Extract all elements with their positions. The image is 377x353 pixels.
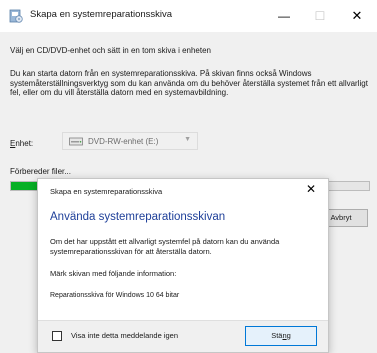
close-button-text-post: g: [286, 331, 291, 340]
dialog-mark-instruction: Märk skivan med följande information:: [50, 269, 177, 278]
drive-label: Enhet:: [10, 139, 33, 148]
status-text: Förbereder filer...: [10, 167, 71, 176]
drive-select-value: DVD-RW-enhet (E:): [88, 137, 159, 146]
title-bar: Skapa en systemreparationsskiva — ☐ ✕: [0, 0, 377, 32]
disc-label-info: Reparationsskiva för Windows 10 64 bitar: [50, 292, 180, 299]
chevron-down-icon: ▼: [184, 136, 191, 143]
description-text: Du kan starta datorn från en systemrepar…: [10, 69, 368, 98]
window-title: Skapa en systemreparationsskiva: [30, 9, 173, 20]
dialog-body-text: Om det har uppstått ett allvarligt syste…: [50, 237, 280, 256]
instruction-text: Välj en CD/DVD-enhet och sätt in en tom …: [10, 46, 211, 55]
dvd-drive-icon: [69, 137, 83, 146]
close-dialog-button[interactable]: Stäng: [245, 326, 317, 346]
dialog-heading: Använda systemreparationsskivan: [50, 211, 226, 223]
minimize-button[interactable]: —: [266, 4, 302, 28]
drive-select[interactable]: DVD-RW-enhet (E:) ▼: [62, 132, 198, 150]
drive-label-rest: nhet:: [15, 139, 34, 148]
close-window-button[interactable]: ✕: [339, 4, 375, 28]
info-dialog: Skapa en systemreparationsskiva ✕ Använd…: [37, 178, 329, 353]
dialog-close-button[interactable]: ✕: [306, 182, 316, 196]
repair-disc-app-icon: [9, 9, 23, 23]
dont-show-again-checkbox[interactable]: [52, 331, 62, 341]
dialog-footer: Visa inte detta meddelande igen Stäng: [38, 320, 328, 352]
dont-show-again-label[interactable]: Visa inte detta meddelande igen: [71, 331, 178, 340]
dialog-title: Skapa en systemreparationsskiva: [50, 187, 163, 196]
maximize-button[interactable]: ☐: [302, 4, 338, 28]
close-button-text-pre: Stä: [271, 331, 283, 340]
